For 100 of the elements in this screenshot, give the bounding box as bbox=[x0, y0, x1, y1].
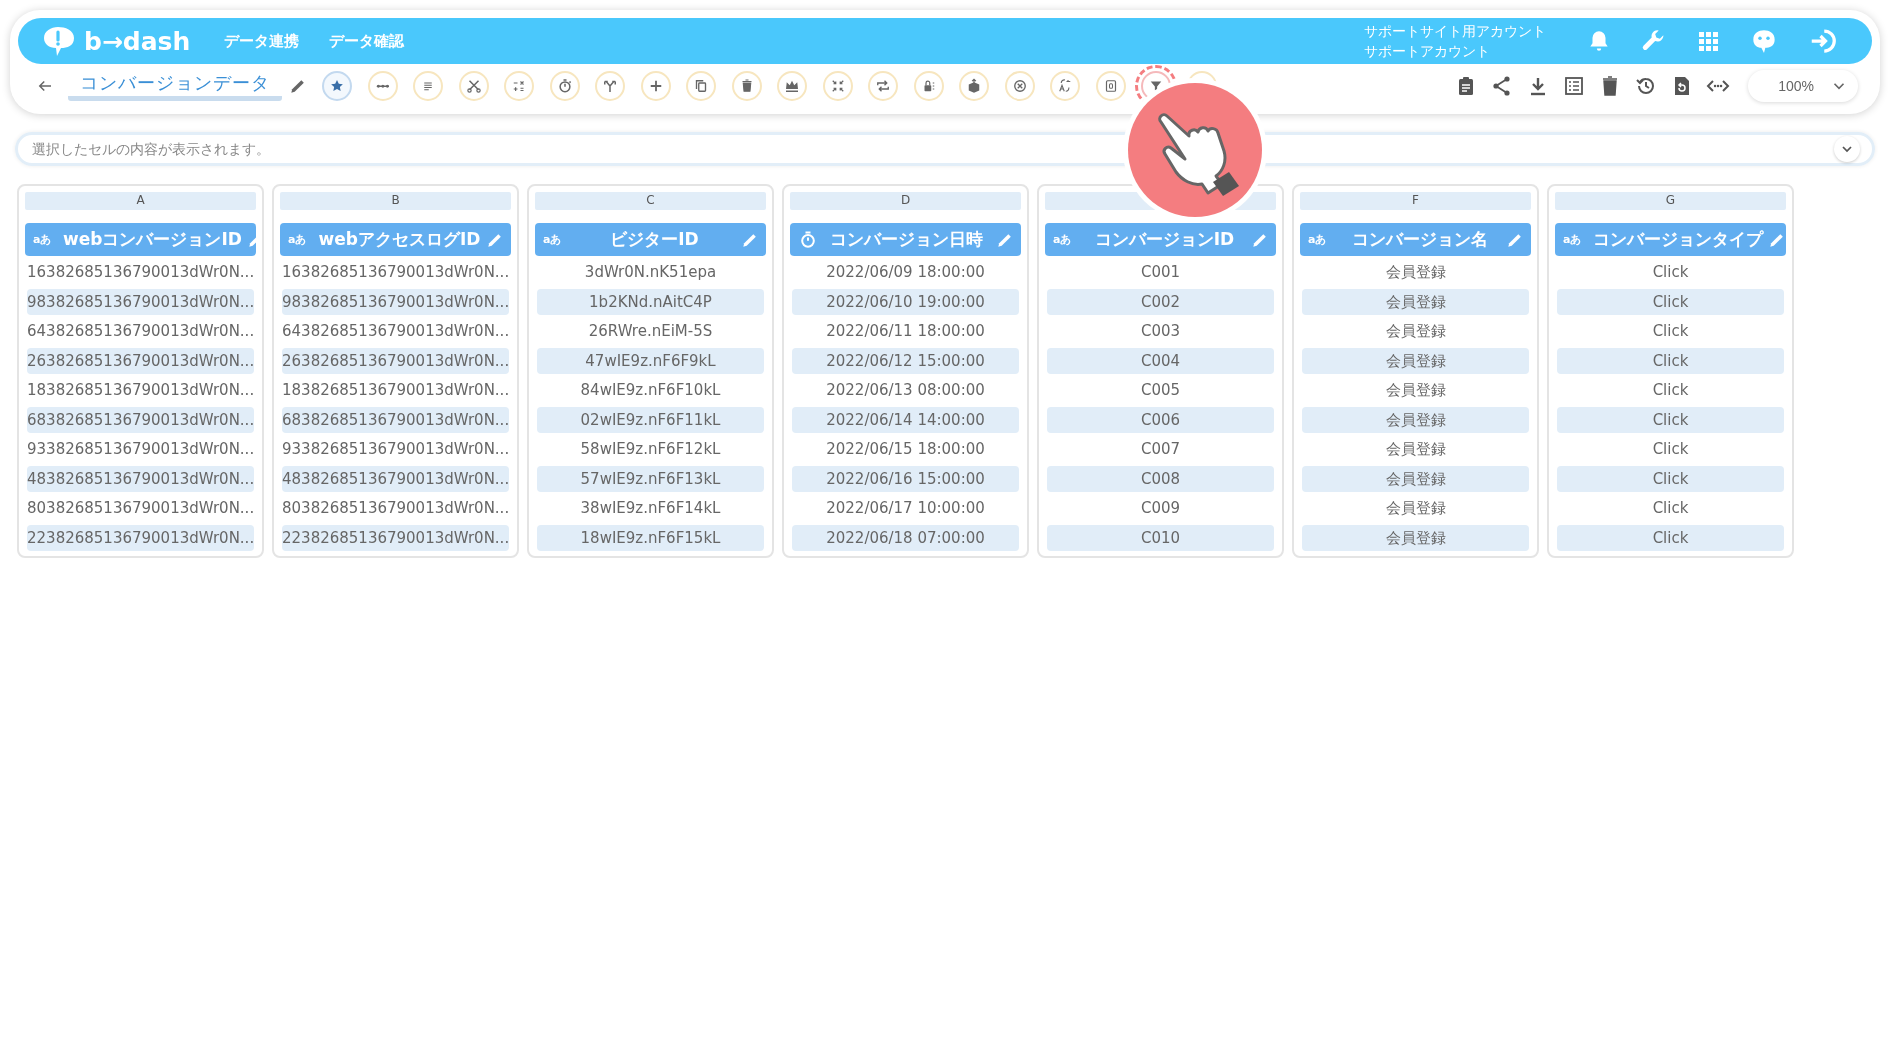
table-cell: 2022/06/14 14:00:00 bbox=[792, 406, 1019, 433]
table-cell: 98382685136790013dWr0N... bbox=[27, 288, 254, 315]
table-cell-text: 2022/06/09 18:00:00 bbox=[825, 262, 986, 283]
table-cell-text: 80382685136790013dWr0N... bbox=[27, 498, 254, 519]
table-cell: 98382685136790013dWr0N... bbox=[282, 288, 509, 315]
table-cell-text: C001 bbox=[1139, 262, 1182, 283]
table-cell: 1b2KNd.nAitC4P bbox=[537, 288, 764, 315]
table-cell-text: Click bbox=[1651, 498, 1690, 519]
account-site: サポートサイト用アカウント bbox=[1364, 22, 1546, 41]
table-cell-text: 会員登録 bbox=[1384, 498, 1447, 519]
tool-button[interactable] bbox=[822, 71, 853, 101]
table-cell-text: C003 bbox=[1139, 321, 1182, 342]
type-label: aあ bbox=[33, 232, 53, 247]
list-icon[interactable] bbox=[1562, 74, 1586, 98]
table-cell-text: 64382685136790013dWr0N... bbox=[282, 321, 509, 342]
nav-link[interactable]: データ連携 bbox=[224, 27, 300, 55]
table-cell: C002 bbox=[1047, 288, 1274, 315]
cell-content-input[interactable]: 選択したセルの内容が表示されます。 bbox=[30, 140, 1834, 158]
tool-button[interactable] bbox=[1004, 71, 1035, 101]
tool-button[interactable] bbox=[959, 71, 989, 101]
table-cell-text: 2022/06/17 10:00:00 bbox=[825, 498, 986, 519]
table-cell-text: 93382685136790013dWr0N... bbox=[282, 439, 509, 460]
table-cell-text: 会員登録 bbox=[1384, 321, 1447, 342]
table-cell: C008 bbox=[1047, 465, 1274, 492]
sheet-title[interactable]: コンバージョンデータ bbox=[68, 71, 282, 101]
table-cell: 2022/06/16 15:00:00 bbox=[792, 465, 1019, 492]
table-cell: Click bbox=[1557, 524, 1784, 551]
table-cell-text: 64382685136790013dWr0N... bbox=[27, 321, 254, 342]
table-cell-text: 会員登録 bbox=[1384, 380, 1447, 401]
table-cell: 会員登録 bbox=[1302, 524, 1529, 551]
column-title: コンバージョン名 bbox=[1350, 228, 1489, 251]
table-cell: Click bbox=[1557, 406, 1784, 433]
table-cell-text: C005 bbox=[1139, 380, 1182, 401]
table-cell-text: 18382685136790013dWr0N... bbox=[27, 380, 254, 401]
table-cell-text: 2022/06/15 18:00:00 bbox=[825, 439, 986, 460]
table-cell: 26382685136790013dWr0N... bbox=[27, 347, 254, 374]
table-cell-text: 26RWre.nEiM-5S bbox=[587, 321, 714, 342]
tool-button[interactable] bbox=[913, 71, 944, 101]
table-cell: 会員登録 bbox=[1302, 347, 1529, 374]
account-name: サポートアカウント bbox=[1364, 42, 1491, 61]
table-cell-text: 93382685136790013dWr0N... bbox=[27, 439, 254, 460]
type-label: aあ bbox=[288, 232, 308, 247]
table-cell-text: 80382685136790013dWr0N... bbox=[282, 498, 509, 519]
column-letter: C bbox=[646, 193, 655, 207]
table-cell-text: 16382685136790013dWr0N... bbox=[27, 262, 254, 283]
cell-content-field[interactable]: 選択したセルの内容が表示されます。 bbox=[15, 132, 1875, 166]
type-label: aあ bbox=[543, 232, 563, 247]
tool-button[interactable] bbox=[1050, 71, 1080, 101]
tool-button[interactable] bbox=[367, 71, 398, 101]
table-cell: 48382685136790013dWr0N... bbox=[27, 465, 254, 492]
table-cell: C004 bbox=[1047, 347, 1274, 374]
table-cell: 57wIE9z.nF6F13kL bbox=[537, 465, 764, 492]
column-letter: A bbox=[136, 193, 145, 207]
table-cell: 68382685136790013dWr0N... bbox=[27, 406, 254, 433]
tool-button[interactable] bbox=[595, 71, 625, 101]
column-title: ビジターID bbox=[609, 228, 700, 251]
table-cell-text: 会員登録 bbox=[1384, 439, 1447, 460]
column-title: webアクセスログID bbox=[318, 228, 481, 251]
table-cell: C010 bbox=[1047, 524, 1274, 551]
table-cell-text: Click bbox=[1651, 439, 1690, 460]
type-label: aあ bbox=[1308, 232, 1328, 247]
table-cell-text: 2022/06/11 18:00:00 bbox=[825, 321, 986, 342]
tool-button[interactable] bbox=[868, 71, 898, 101]
table-cell: 22382685136790013dWr0N... bbox=[27, 524, 254, 551]
stopwatch-icon bbox=[798, 229, 818, 250]
table-cell: 18wIE9z.nF6F15kL bbox=[537, 524, 764, 551]
table-cell: C006 bbox=[1047, 406, 1274, 433]
tool-button[interactable] bbox=[458, 71, 489, 101]
column-title: webコンバージョンID bbox=[63, 228, 242, 251]
table-cell-text: 2022/06/13 08:00:00 bbox=[825, 380, 986, 401]
tool-button[interactable] bbox=[549, 71, 580, 101]
table-cell-text: Click bbox=[1651, 321, 1690, 342]
tool-button[interactable] bbox=[640, 71, 671, 101]
zoom-select[interactable]: 100% bbox=[1748, 70, 1858, 102]
table-cell: 68382685136790013dWr0N... bbox=[282, 406, 509, 433]
table-cell-text: 18382685136790013dWr0N... bbox=[282, 380, 509, 401]
table-cell: 26382685136790013dWr0N... bbox=[282, 347, 509, 374]
tool-button[interactable] bbox=[1095, 71, 1126, 101]
table-cell-text: C009 bbox=[1139, 498, 1182, 519]
table-cell: 47wIE9z.nF6F9kL bbox=[537, 347, 764, 374]
tool-button[interactable] bbox=[731, 71, 762, 101]
table-cell: 会員登録 bbox=[1302, 406, 1529, 433]
table-cell: 2022/06/18 07:00:00 bbox=[792, 524, 1019, 551]
expand-button[interactable] bbox=[1834, 136, 1860, 162]
table-cell-text: 84wIE9z.nF6F10kL bbox=[579, 380, 722, 401]
table-cell: 会員登録 bbox=[1302, 465, 1529, 492]
table-cell-text: 3dWr0N.nK51epa bbox=[583, 262, 718, 283]
tool-button[interactable] bbox=[777, 71, 807, 101]
nav-link[interactable]: データ確認 bbox=[329, 27, 405, 55]
column-letter: G bbox=[1665, 193, 1676, 207]
table-cell-text: 会員登録 bbox=[1384, 262, 1447, 283]
column-title: コンバージョンID bbox=[1093, 228, 1236, 251]
column-letter: D bbox=[900, 193, 911, 207]
table-cell: Click bbox=[1557, 347, 1784, 374]
table-cell: 2022/06/10 19:00:00 bbox=[792, 288, 1019, 315]
logo-text: b→dash bbox=[84, 26, 191, 56]
tool-button[interactable] bbox=[322, 71, 352, 101]
tool-button[interactable] bbox=[686, 71, 716, 101]
table-cell: Click bbox=[1557, 465, 1784, 492]
type-label: aあ bbox=[1563, 232, 1583, 247]
